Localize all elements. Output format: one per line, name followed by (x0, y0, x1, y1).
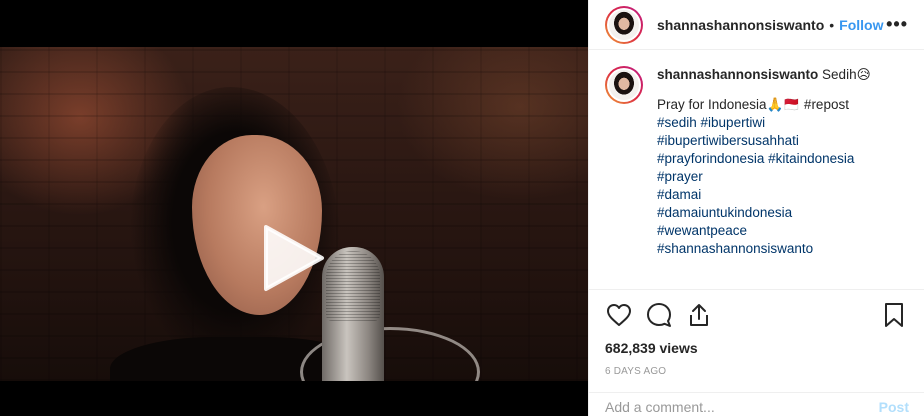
caption-avatar[interactable] (605, 66, 643, 104)
hashtag-line[interactable]: #damaiuntukindonesia (657, 204, 871, 222)
action-bar (589, 290, 924, 340)
comment-bubble-icon[interactable] (645, 301, 673, 329)
media-pane (0, 0, 588, 416)
caption-lines: Pray for Indonesia🙏🇲🇨 #repost #sedih #ib… (657, 96, 871, 258)
more-options-button[interactable]: ••• (886, 14, 908, 35)
heart-icon[interactable] (605, 301, 633, 329)
hashtag-line[interactable]: #sedih #ibupertiwi (657, 114, 871, 132)
comment-box: Add a comment... Post (589, 392, 924, 416)
hashtag-line[interactable]: #wewantpeace (657, 222, 871, 240)
comment-input[interactable]: Add a comment... (605, 399, 715, 415)
hashtag-line[interactable]: #ibupertiwibersusahhati (657, 132, 871, 150)
post-comment-button[interactable]: Post (879, 399, 909, 415)
play-icon[interactable] (258, 223, 328, 293)
post-video[interactable] (0, 47, 588, 381)
view-count[interactable]: 682,839 views (589, 340, 924, 360)
hashtag-line[interactable]: #shannashannonsiswanto (657, 240, 871, 258)
post-side-panel: shannashannonsiswanto • Follow ••• shann… (588, 0, 924, 416)
bookmark-icon[interactable] (880, 301, 908, 329)
hashtag-line[interactable]: #damai (657, 186, 871, 204)
caption-avatar-image (609, 70, 639, 100)
caption-username[interactable]: shannashannonsiswanto (657, 67, 818, 82)
instagram-post-modal: shannashannonsiswanto • Follow ••• shann… (0, 0, 924, 416)
post-timestamp[interactable]: 6 DAYS AGO (589, 360, 924, 386)
caption-heading: shannashannonsiswanto Sedih😥 (657, 66, 871, 84)
caption-body: shannashannonsiswanto Sedih😥 Pray for In… (657, 66, 871, 258)
header-username[interactable]: shannashannonsiswanto (657, 17, 824, 33)
hashtag-line[interactable]: #prayforindonesia #kitaindonesia (657, 150, 871, 168)
avatar[interactable] (605, 5, 643, 44)
header-separator: • (829, 16, 835, 33)
avatar-image (609, 9, 639, 40)
follow-button[interactable]: Follow (839, 17, 883, 33)
avatar-ring (607, 7, 641, 42)
caption-avatar-ring (607, 68, 641, 102)
hashtag-line[interactable]: #prayer (657, 168, 871, 186)
post-header: shannashannonsiswanto • Follow ••• (589, 0, 924, 50)
caption-text: Sedih😥 (822, 67, 871, 82)
caption-line: Pray for Indonesia🙏🇲🇨 #repost (657, 97, 849, 112)
microphone-grille (326, 251, 380, 321)
share-icon[interactable] (685, 301, 713, 329)
post-caption: shannashannonsiswanto Sedih😥 Pray for In… (589, 50, 924, 290)
